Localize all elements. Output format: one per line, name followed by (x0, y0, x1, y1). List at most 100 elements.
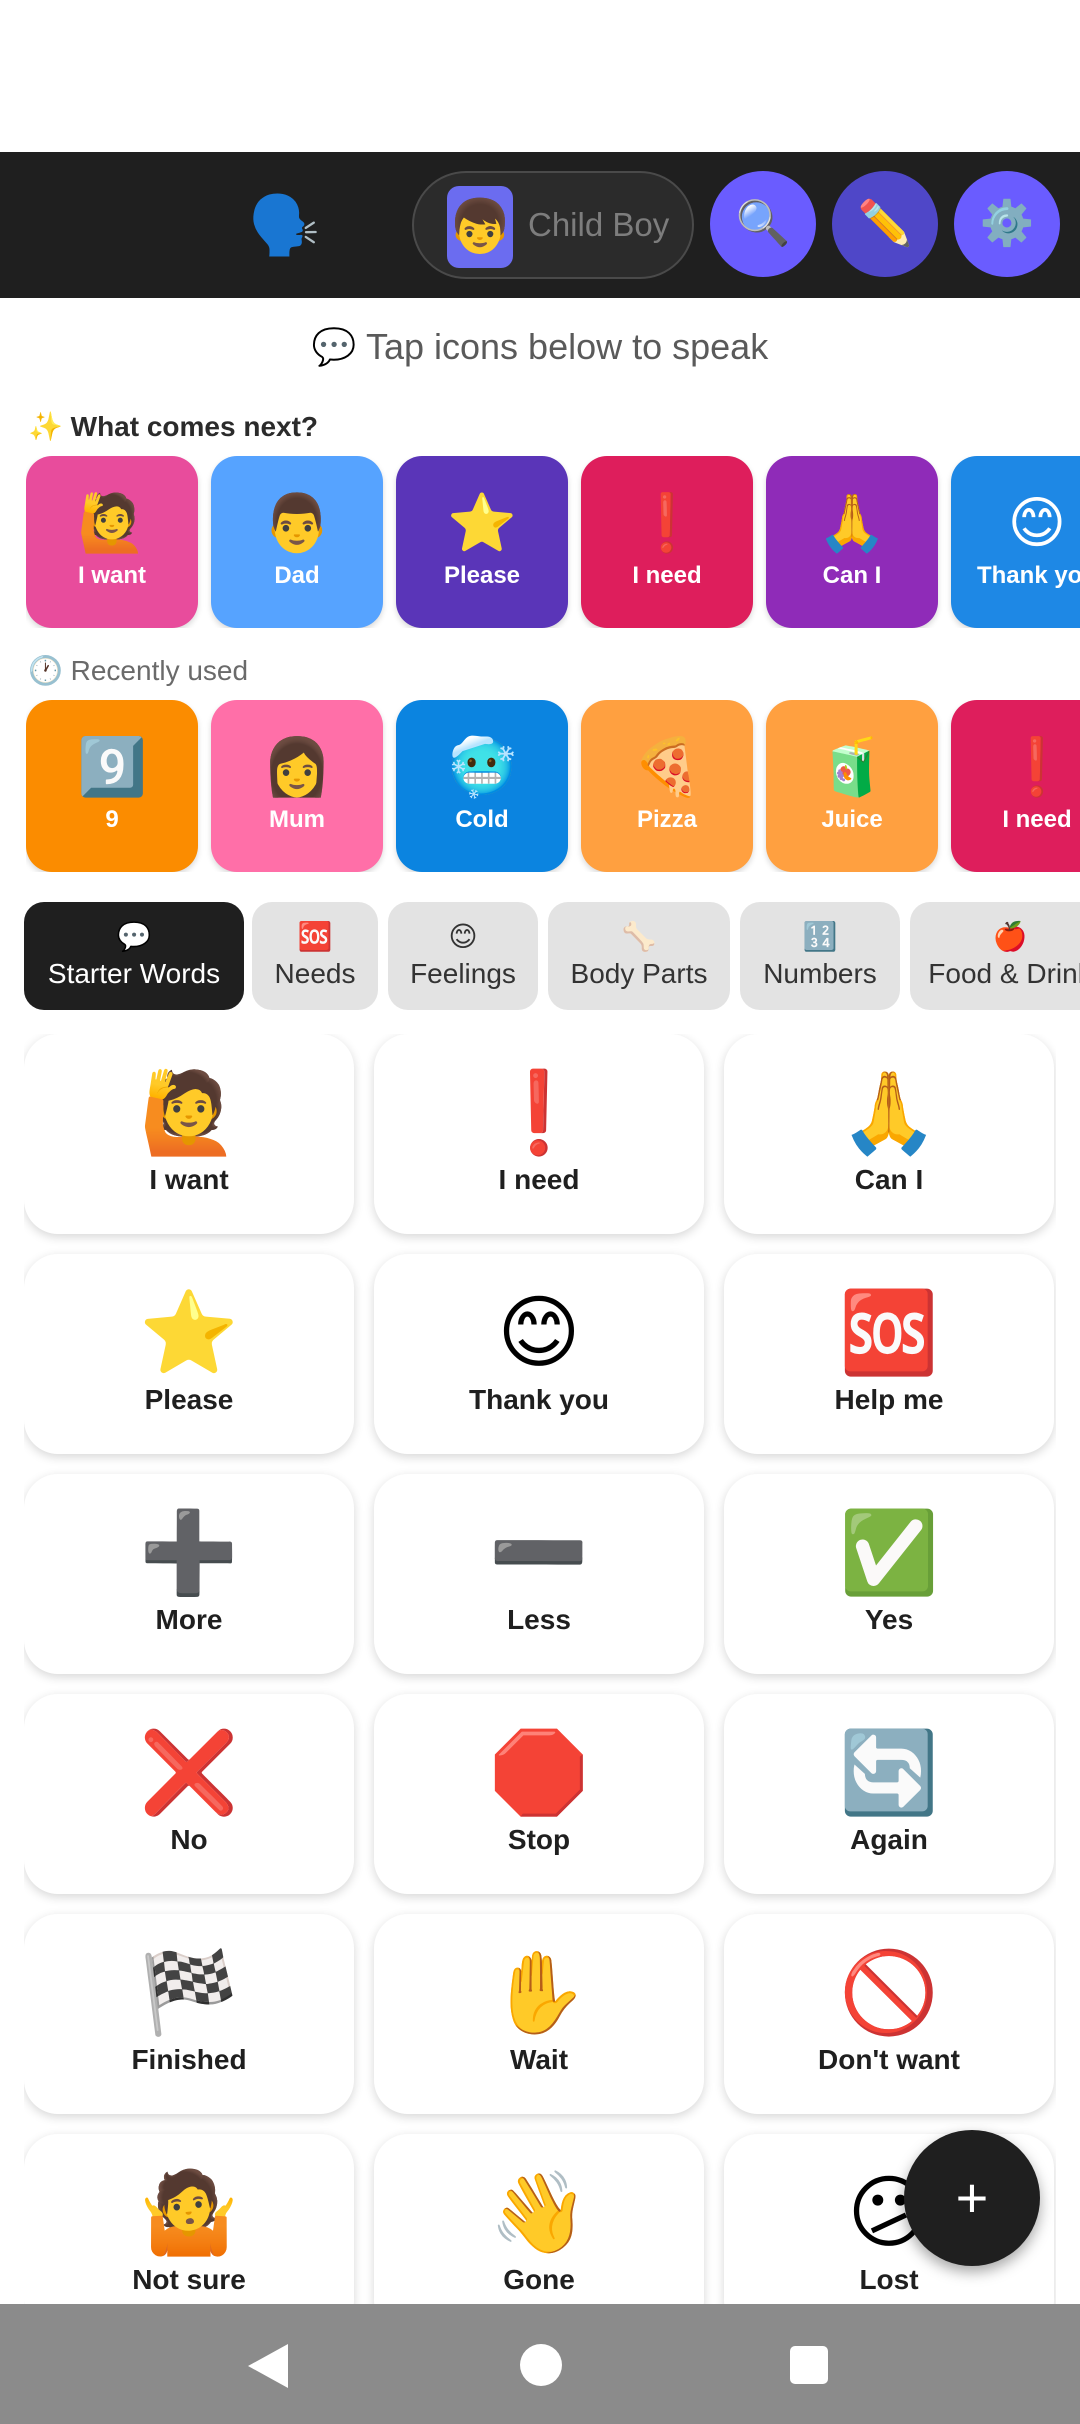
word-card[interactable]: 🤷 Not sure (24, 2134, 354, 2304)
word-card[interactable]: ✅ Yes (724, 1474, 1054, 1674)
word-card[interactable]: 🆘 Help me (724, 1254, 1054, 1454)
word-label: Again (850, 1824, 928, 1855)
word-card[interactable]: ➖ Less (374, 1474, 704, 1674)
recent-tile[interactable]: 👩 Mum (211, 700, 383, 872)
category-label: Starter Words (47, 958, 221, 989)
word-card[interactable]: 👋 Gone (374, 2134, 704, 2304)
word-card[interactable]: 🔄 Again (724, 1694, 1054, 1894)
tile-label: Pizza (636, 806, 698, 833)
tile-label: Juice (821, 806, 883, 833)
plus-icon: + (955, 2166, 989, 2229)
back-icon[interactable] (248, 2344, 288, 2388)
word-card[interactable]: ❗ I need (374, 1034, 704, 1234)
tile-emoji-icon: ⭐ (447, 491, 517, 554)
speak-hint: 💬 Tap icons below to speak (311, 326, 769, 367)
category-icon: 💬 (116, 921, 152, 952)
child-avatar: 👦 (447, 186, 513, 268)
add-button[interactable]: + (904, 2130, 1040, 2266)
word-label: Stop (507, 1824, 571, 1855)
pencil-icon: ✏️ (857, 199, 913, 248)
suggestion-tile[interactable]: 🙋 I want (26, 456, 198, 628)
word-card[interactable]: 😊 Thank you (374, 1254, 704, 1454)
edit-button[interactable]: ✏️ (832, 171, 938, 277)
word-emoji-icon: 🆘 (839, 1288, 939, 1377)
category-tabs: 💬 Starter Words 🆘 Needs 😊 Feelings 🦴 Body Parts… (24, 902, 1080, 1012)
word-card[interactable]: 🛑 Stop (374, 1694, 704, 1894)
word-emoji-icon: ➕ (139, 1508, 239, 1597)
tile-emoji-icon: 🧃 (817, 735, 887, 798)
category-label: Numbers (763, 958, 877, 989)
word-emoji-icon: 🚫 (839, 1948, 939, 2037)
tile-emoji-icon: 9️⃣ (77, 735, 147, 798)
suggestion-tile[interactable]: 😊 Thank you (951, 456, 1080, 628)
category-icon: 🦴 (621, 921, 657, 952)
word-label: Can I (854, 1164, 924, 1195)
suggestion-tile[interactable]: ❗ I need (581, 456, 753, 628)
word-card[interactable]: 🙋 I want (24, 1034, 354, 1234)
tile-label: I need (1002, 806, 1072, 833)
tile-label: Thank you (976, 562, 1080, 589)
word-card[interactable]: ➕ More (24, 1474, 354, 1674)
word-emoji-icon: ❌ (139, 1728, 239, 1817)
category-icon: 🍎 (992, 921, 1028, 952)
tile-emoji-icon: 🍕 (632, 735, 702, 798)
recents-icon[interactable] (790, 2346, 828, 2384)
category-tab[interactable]: 🔢 Numbers (740, 902, 900, 1010)
speaker-icon[interactable]: 🗣️ (248, 196, 320, 256)
child-name: Child Boy (528, 206, 670, 243)
recent-tile[interactable]: ❗ I need (951, 700, 1080, 872)
tile-emoji-icon: 🙏 (817, 491, 887, 554)
child-profile-selector[interactable]: 👦 Child Boy (412, 171, 694, 279)
tile-emoji-icon: ❗ (1002, 735, 1072, 798)
word-label: Less (507, 1604, 571, 1635)
tile-label: Cold (455, 806, 509, 833)
tile-emoji-icon: 👩 (262, 735, 332, 798)
home-icon[interactable] (520, 2344, 562, 2386)
suggestion-tile[interactable]: 🙏 Can I (766, 456, 938, 628)
word-card[interactable]: 🏁 Finished (24, 1914, 354, 2114)
what-comes-next-title: ✨ What comes next? (28, 411, 319, 442)
category-tab[interactable]: 🦴 Body Parts (548, 902, 730, 1010)
word-emoji-icon: ⭐ (139, 1288, 239, 1377)
word-emoji-icon: 🙋 (139, 1068, 239, 1157)
search-button[interactable]: 🔍 (710, 171, 816, 277)
word-label: Lost (859, 2264, 919, 2295)
suggestion-tile[interactable]: ⭐ Please (396, 456, 568, 628)
word-label: Not sure (132, 2264, 246, 2295)
recent-tile[interactable]: 🥶 Cold (396, 700, 568, 872)
word-label: Please (144, 1384, 234, 1415)
tile-label: I want (77, 562, 146, 589)
tile-emoji-icon: 👨 (262, 491, 332, 554)
category-tab[interactable]: 💬 Starter Words (24, 902, 244, 1010)
settings-button[interactable]: ⚙️ (954, 171, 1060, 277)
tile-emoji-icon: 🥶 (447, 735, 517, 798)
category-tab[interactable]: 🍎 Food & Drink (910, 902, 1080, 1010)
word-card[interactable]: 🚫 Don't want (724, 1914, 1054, 2114)
recent-tile[interactable]: 🍕 Pizza (581, 700, 753, 872)
category-label: Needs (274, 958, 356, 989)
recently-used-title: 🕐 Recently used (28, 655, 249, 686)
word-label: Yes (864, 1604, 914, 1635)
tile-label: Dad (274, 562, 320, 589)
word-emoji-icon: ❗ (489, 1068, 589, 1157)
recent-row: 9️⃣ 9 👩 Mum 🥶 Cold 🍕 Pizza 🧃 Juice ❗ I need (26, 700, 1080, 872)
category-tab[interactable]: 😊 Feelings (388, 902, 538, 1010)
recent-tile[interactable]: 🧃 Juice (766, 700, 938, 872)
word-emoji-icon: 😊 (497, 1288, 581, 1377)
tile-label: 9 (105, 806, 119, 833)
suggestion-tile[interactable]: 👨 Dad (211, 456, 383, 628)
category-tab[interactable]: 🆘 Needs (252, 902, 378, 1010)
word-label: I need (498, 1164, 580, 1195)
word-card[interactable]: ❌ No (24, 1694, 354, 1894)
tile-label: I need (632, 562, 702, 589)
system-nav-bar (0, 2304, 1080, 2424)
word-card[interactable]: ⭐ Please (24, 1254, 354, 1454)
tile-emoji-icon: 🙋 (77, 491, 147, 554)
recent-tile[interactable]: 9️⃣ 9 (26, 700, 198, 872)
word-emoji-icon: ✅ (839, 1508, 939, 1597)
word-grid: 🙋 I want ❗ I need 🙏 Can I ⭐ Please 😊 Thank you 🆘 He… (24, 1034, 1056, 2304)
status-bar (0, 0, 1080, 152)
word-card[interactable]: 🙏 Can I (724, 1034, 1054, 1234)
word-card[interactable]: ✋ Wait (374, 1914, 704, 2114)
word-label: Gone (503, 2264, 575, 2295)
